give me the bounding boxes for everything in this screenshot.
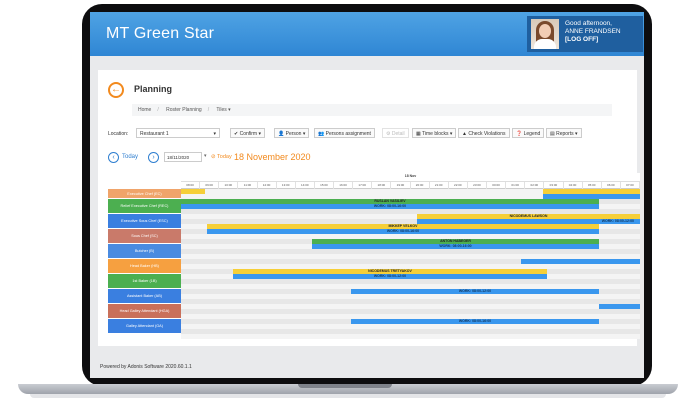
planning-panel: ← Planning Home / Roster Planning / Tiles … — [98, 70, 640, 346]
shift-bar[interactable]: WORK: 08:00-12:00 — [233, 274, 547, 279]
breadcrumb: Home / Roster Planning / Tiles ▾ — [132, 104, 612, 116]
hour-label: 11:00 — [238, 182, 258, 189]
hour-label: 22:00 — [449, 182, 468, 189]
breadcrumb-home[interactable]: Home — [138, 107, 151, 113]
role-label[interactable]: Butcher (B) — [108, 244, 181, 259]
footer-text: Powered by Adonis Software 2020.60.1.1 — [100, 364, 192, 370]
laptop-notch — [298, 384, 392, 388]
date-input[interactable]: 18/11/2020 — [164, 152, 202, 162]
shift-bar[interactable]: WORK: 08:00-16:00 — [181, 204, 599, 209]
current-date-title: 18 November 2020 — [234, 152, 311, 162]
chevron-down-icon[interactable]: ▾ — [204, 153, 207, 159]
hour-label: 16:00 — [334, 182, 354, 189]
role-label[interactable]: Assistant Baker (AB) — [108, 289, 181, 304]
role-label[interactable]: Sous Chef (SC) — [108, 229, 181, 244]
user-box: Good afternoon, ANNE FRANDSEN [LOG OFF] — [527, 16, 643, 52]
time-blocks-button[interactable]: ▦ Time blocks ▾ — [412, 128, 457, 138]
user-info: Good afternoon, ANNE FRANDSEN [LOG OFF] — [565, 20, 621, 44]
hour-label: 12:00 — [258, 182, 277, 189]
role-label[interactable]: 1st Baker (1B) — [108, 274, 181, 289]
hour-label: 05:00 — [583, 182, 602, 189]
shift-bar[interactable]: WORK: 08:00-16:00 — [312, 244, 599, 249]
confirm-button[interactable]: ✔ Confirm ▾ — [230, 128, 265, 138]
page-title: Planning — [134, 84, 172, 94]
content-area: ← Planning Home / Roster Planning / Tiles … — [90, 56, 644, 378]
hour-label: 13:00 — [277, 182, 296, 189]
shift-bar[interactable]: WORK: 08:00-16:00 — [351, 319, 599, 324]
shift-bar[interactable] — [599, 304, 640, 309]
detail-button: ⚙ Detail — [382, 128, 409, 138]
logoff-link[interactable]: [LOG OFF] — [565, 36, 621, 44]
hour-label: 18:00 — [372, 182, 392, 189]
avatar — [531, 19, 559, 49]
today-button[interactable]: Today — [122, 154, 138, 160]
role-label[interactable]: Executive Sous Chef (ESC) — [108, 214, 181, 229]
hour-label: 20:00 — [411, 182, 430, 189]
shift-bar[interactable]: WORK: 08:00-12:00 — [351, 289, 599, 294]
reports-button[interactable]: ▤ Reports ▾ — [546, 128, 582, 138]
role-label[interactable]: Galley Attendant (GA) — [108, 319, 181, 334]
roster-grid: 18 Nov 08:00 09:00 10:00 11:00 12:00 13:00 14:… — [108, 173, 640, 339]
breadcrumb-tiles[interactable]: Tiles ▾ — [216, 107, 230, 113]
greeting: Good afternoon, — [565, 20, 612, 27]
hour-label: 14:00 — [296, 182, 315, 189]
grid-header: 18 Nov 08:00 09:00 10:00 11:00 12:00 13:00 14:… — [181, 173, 640, 189]
role-column: Executive Chef (EC) Relief Executive Chef… — [108, 189, 181, 334]
hour-label: 15:00 — [315, 182, 334, 189]
user-name: ANNE FRANDSEN — [565, 28, 621, 35]
location-select[interactable]: Restaurant 1 ▾ — [136, 128, 220, 138]
hour-label: 09:00 — [200, 182, 220, 189]
role-label[interactable]: Head Baker (HB) — [108, 259, 181, 274]
shift-bar[interactable]: WORK: 08:00-16:00 — [207, 229, 599, 234]
hour-label: 03:00 — [544, 182, 564, 189]
hour-label: 00:00 — [487, 182, 507, 189]
persons-assignment-button[interactable]: 👥 Persons assignment — [314, 128, 375, 138]
shift-bar[interactable] — [521, 259, 640, 264]
hour-label: 07:00 — [621, 182, 640, 189]
screen: MT Green Star Good afternoon, ANNE FRAND… — [90, 12, 644, 378]
chevron-down-icon: ▾ — [213, 131, 216, 137]
laptop-frame: MT Green Star Good afternoon, ANNE FRAND… — [0, 0, 690, 400]
day-label: 18 Nov — [404, 174, 417, 178]
role-label[interactable]: Relief Executive Chef (REC) — [108, 199, 181, 214]
person-button[interactable]: 👤 Person ▾ — [274, 128, 310, 138]
hour-label: 19:00 — [391, 182, 411, 189]
laptop-shadow — [30, 394, 666, 398]
next-day-icon[interactable]: › — [148, 152, 159, 163]
hour-label: 06:00 — [602, 182, 621, 189]
toolbar: Location: Restaurant 1 ▾ ✔ Confirm ▾ 👤 Pe… — [108, 128, 633, 140]
hour-labels: 08:00 09:00 10:00 11:00 12:00 13:00 14:00 15:00… — [181, 181, 640, 189]
app-header: MT Green Star Good afternoon, ANNE FRAND… — [90, 12, 644, 56]
role-label[interactable]: Executive Chef (EC) — [108, 189, 181, 199]
schedule-lanes: RUSLAN VASILIEV WORK: 08:00-16:00 NICODE… — [181, 189, 640, 339]
check-violations-button[interactable]: ▲ Check Violations — [458, 128, 510, 138]
today-link[interactable]: ⊘ Today — [211, 154, 232, 160]
hour-label: 08:00 — [181, 182, 201, 189]
hour-label: 02:00 — [525, 182, 545, 189]
shift-bar[interactable] — [181, 189, 205, 194]
hour-label: 01:00 — [506, 182, 526, 189]
hour-label: 21:00 — [430, 182, 449, 189]
breadcrumb-roster[interactable]: Roster Planning — [166, 107, 202, 113]
role-label[interactable]: Head Galley Attendant (HGA) — [108, 304, 181, 319]
app-title: MT Green Star — [106, 25, 215, 42]
prev-day-icon[interactable]: ‹ — [108, 152, 119, 163]
hour-label: 04:00 — [564, 182, 583, 189]
hour-label: 17:00 — [353, 182, 373, 189]
legend-button[interactable]: ❓ Legend — [512, 128, 545, 138]
back-arrow-icon[interactable]: ← — [108, 82, 124, 98]
hour-label: 10:00 — [219, 182, 239, 189]
hour-label: 23:00 — [468, 182, 487, 189]
location-label: Location: — [108, 131, 129, 137]
